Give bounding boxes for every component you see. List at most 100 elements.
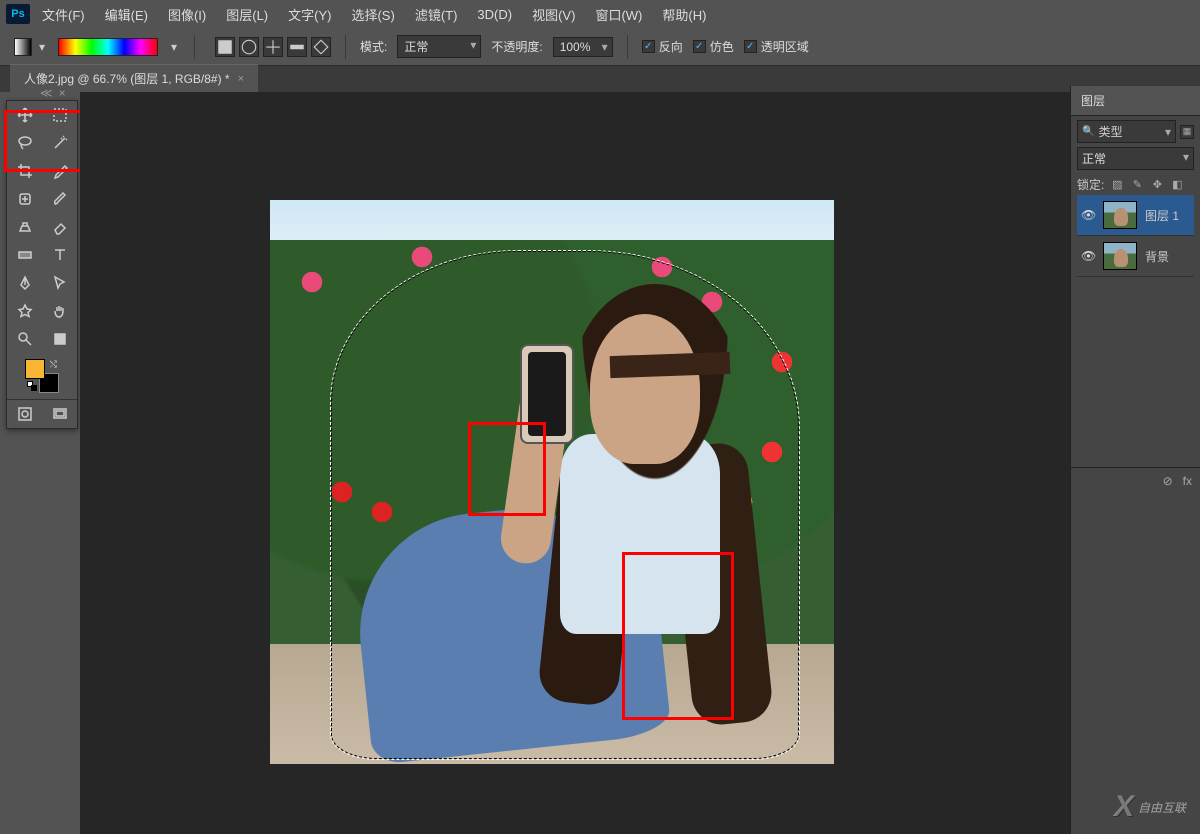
watermark: X 自由互联	[1114, 790, 1186, 824]
screen-mode-button[interactable]	[52, 404, 68, 424]
gradient-diamond-button[interactable]	[311, 37, 331, 57]
magic-wand-tool[interactable]	[42, 129, 77, 157]
crop-tool[interactable]	[7, 157, 42, 185]
chevron-down-icon: ▾	[36, 41, 48, 53]
path-selection-tool[interactable]	[42, 269, 77, 297]
visibility-toggle-icon[interactable]: 👁	[1081, 249, 1095, 263]
healing-brush-tool[interactable]	[7, 185, 42, 213]
mode-label: 模式:	[360, 38, 387, 55]
mode-value: 正常	[404, 40, 428, 54]
layer-row[interactable]: 👁 背景	[1077, 236, 1194, 277]
blend-mode-select[interactable]: 正常 ▾	[1077, 147, 1194, 170]
transparency-checkbox[interactable]: 透明区域	[744, 38, 809, 55]
filter-pixel-icon[interactable]: ▦	[1180, 125, 1194, 139]
layers-panel-footer: ⊘ fx	[1071, 467, 1200, 494]
link-layers-icon[interactable]: ⊘	[1163, 474, 1173, 488]
separator	[627, 35, 628, 59]
gradient-editor-bar[interactable]	[58, 38, 158, 56]
layers-panel: 🔍 类型 ▾ ▦ 正常 ▾ 锁定: ▨ ✎ ✥ ◧ 👁 图层 1 👁	[1071, 116, 1200, 281]
clone-stamp-tool[interactable]	[7, 213, 42, 241]
marquee-tool[interactable]	[42, 101, 77, 129]
image-subject	[360, 264, 790, 764]
menu-layer[interactable]: 图层(L)	[218, 1, 276, 28]
gradient-reflected-button[interactable]	[287, 37, 307, 57]
menu-select[interactable]: 选择(S)	[343, 1, 402, 28]
reverse-label: 反向	[659, 38, 683, 55]
collapse-icon[interactable]: ≪	[40, 86, 53, 100]
menu-window[interactable]: 窗口(W)	[587, 1, 650, 28]
panel-dock: 图层 🔍 类型 ▾ ▦ 正常 ▾ 锁定: ▨ ✎ ✥ ◧ 👁 图层 1	[1070, 86, 1200, 834]
document-tab-bar: 人像2.jpg @ 66.7% (图层 1, RGB/8#) * ×	[0, 66, 1200, 92]
dither-label: 仿色	[710, 38, 734, 55]
watermark-text: 自由互联	[1138, 799, 1186, 816]
lock-brush-icon[interactable]: ✎	[1130, 178, 1144, 192]
eyedropper-tool[interactable]	[42, 157, 77, 185]
gradient-linear-button[interactable]	[215, 37, 235, 57]
hand-tool[interactable]	[42, 297, 77, 325]
default-colors-icon[interactable]	[27, 381, 37, 391]
checkbox-icon	[693, 40, 706, 53]
gradient-swatch-icon	[14, 38, 32, 56]
layer-effects-icon[interactable]: fx	[1183, 474, 1192, 488]
layer-thumbnail[interactable]	[1103, 201, 1137, 229]
transparency-label: 透明区域	[761, 38, 809, 55]
lock-artboard-icon[interactable]: ◧	[1170, 178, 1184, 192]
menu-view[interactable]: 视图(V)	[524, 1, 583, 28]
layer-name: 图层 1	[1145, 207, 1179, 224]
opacity-select[interactable]: 100%	[553, 37, 613, 57]
swap-colors-icon[interactable]: ⤭	[50, 359, 57, 370]
menu-filter[interactable]: 滤镜(T)	[407, 1, 466, 28]
menu-image[interactable]: 图像(I)	[160, 1, 214, 28]
gradient-preset-picker[interactable]: ▾	[14, 38, 48, 56]
watermark-logo-icon: X	[1114, 790, 1134, 824]
layer-name: 背景	[1145, 248, 1169, 265]
separator	[345, 35, 346, 59]
lock-transparency-icon[interactable]: ▨	[1110, 178, 1124, 192]
layer-filter-select[interactable]: 🔍 类型 ▾	[1077, 120, 1176, 143]
separator	[194, 35, 195, 59]
chevron-down-icon[interactable]: ▾	[168, 41, 180, 53]
move-tool[interactable]	[7, 101, 42, 129]
menu-edit[interactable]: 编辑(E)	[97, 1, 156, 28]
layers-panel-tab[interactable]: 图层	[1071, 86, 1200, 116]
document-canvas[interactable]	[270, 200, 834, 764]
lasso-tool[interactable]	[7, 129, 42, 157]
mode-select[interactable]: 正常	[397, 35, 481, 58]
type-tool[interactable]	[42, 241, 77, 269]
tool-panel-header: ≪ ×	[40, 86, 66, 100]
menu-help[interactable]: 帮助(H)	[654, 1, 714, 28]
gradient-type-buttons	[215, 37, 331, 57]
options-bar: ▾ ▾ 模式: 正常 不透明度: 100% 反向 仿色 透明区域	[0, 28, 1200, 66]
edit-toolbar-button[interactable]	[42, 325, 77, 353]
canvas-area[interactable]	[80, 92, 1070, 834]
close-icon[interactable]: ×	[59, 86, 66, 100]
eraser-tool[interactable]	[42, 213, 77, 241]
lock-label: 锁定:	[1077, 176, 1104, 193]
app-logo: Ps	[6, 4, 30, 24]
menu-type[interactable]: 文字(Y)	[280, 1, 339, 28]
gradient-tool[interactable]	[7, 241, 42, 269]
dither-checkbox[interactable]: 仿色	[693, 38, 734, 55]
search-icon: 🔍	[1082, 126, 1094, 137]
zoom-tool[interactable]	[7, 325, 42, 353]
layer-row[interactable]: 👁 图层 1	[1077, 195, 1194, 236]
visibility-toggle-icon[interactable]: 👁	[1081, 208, 1095, 222]
shape-tool[interactable]	[7, 297, 42, 325]
foreground-color-swatch[interactable]	[25, 359, 45, 379]
opacity-label: 不透明度:	[491, 38, 542, 55]
pen-tool[interactable]	[7, 269, 42, 297]
lock-position-icon[interactable]: ✥	[1150, 178, 1164, 192]
close-icon[interactable]: ×	[238, 73, 244, 85]
reverse-checkbox[interactable]: 反向	[642, 38, 683, 55]
blend-mode-value: 正常	[1082, 150, 1106, 167]
brush-tool[interactable]	[42, 185, 77, 213]
gradient-radial-button[interactable]	[239, 37, 259, 57]
document-tab-title: 人像2.jpg @ 66.7% (图层 1, RGB/8#) *	[24, 70, 230, 87]
menu-3d[interactable]: 3D(D)	[469, 3, 520, 26]
menu-file[interactable]: 文件(F)	[34, 1, 93, 28]
quick-mask-button[interactable]	[17, 404, 33, 424]
color-swatches[interactable]: ⤭	[7, 353, 77, 399]
gradient-angle-button[interactable]	[263, 37, 283, 57]
layer-thumbnail[interactable]	[1103, 242, 1137, 270]
checkbox-icon	[744, 40, 757, 53]
